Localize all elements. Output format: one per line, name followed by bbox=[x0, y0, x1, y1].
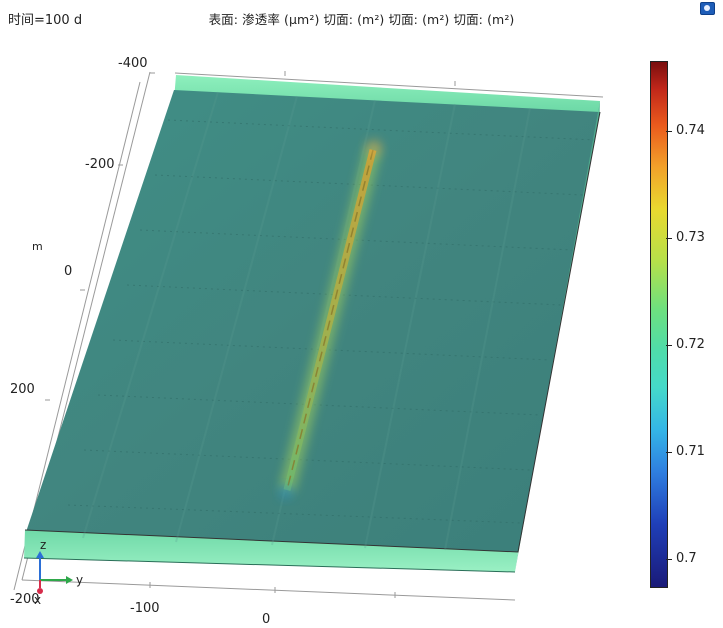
x-tick-label: -400 bbox=[118, 56, 148, 71]
triad-y-label: y bbox=[76, 573, 84, 587]
colorbar-tick bbox=[666, 344, 672, 346]
x-tick-label: 0 bbox=[64, 264, 73, 279]
axis-unit-label: m bbox=[32, 240, 43, 253]
colorbar-tick-label: 0.71 bbox=[676, 444, 705, 460]
colorbar-tick-label: 0.74 bbox=[676, 122, 705, 138]
colorbar-tick bbox=[666, 452, 672, 454]
colorbar bbox=[650, 61, 668, 588]
y-tick-label: 0 bbox=[262, 612, 271, 627]
triad-x-label: x bbox=[34, 593, 42, 607]
colorbar-tick bbox=[666, 559, 672, 561]
x-tick-label: 200 bbox=[10, 382, 35, 397]
colorbar-tick bbox=[666, 237, 672, 239]
colorbar-tick-label: 0.7 bbox=[676, 551, 697, 567]
colorbar-tick bbox=[666, 130, 672, 132]
y-tick-label: -100 bbox=[130, 601, 160, 616]
colorbar-tick-label: 0.72 bbox=[676, 336, 705, 352]
view-toggle-icon[interactable] bbox=[700, 2, 715, 15]
3d-scene[interactable] bbox=[0, 0, 640, 628]
colorbar-tick-label: 0.73 bbox=[676, 229, 705, 245]
x-tick-label: -200 bbox=[85, 157, 115, 172]
triad-z-label: z bbox=[40, 538, 47, 552]
